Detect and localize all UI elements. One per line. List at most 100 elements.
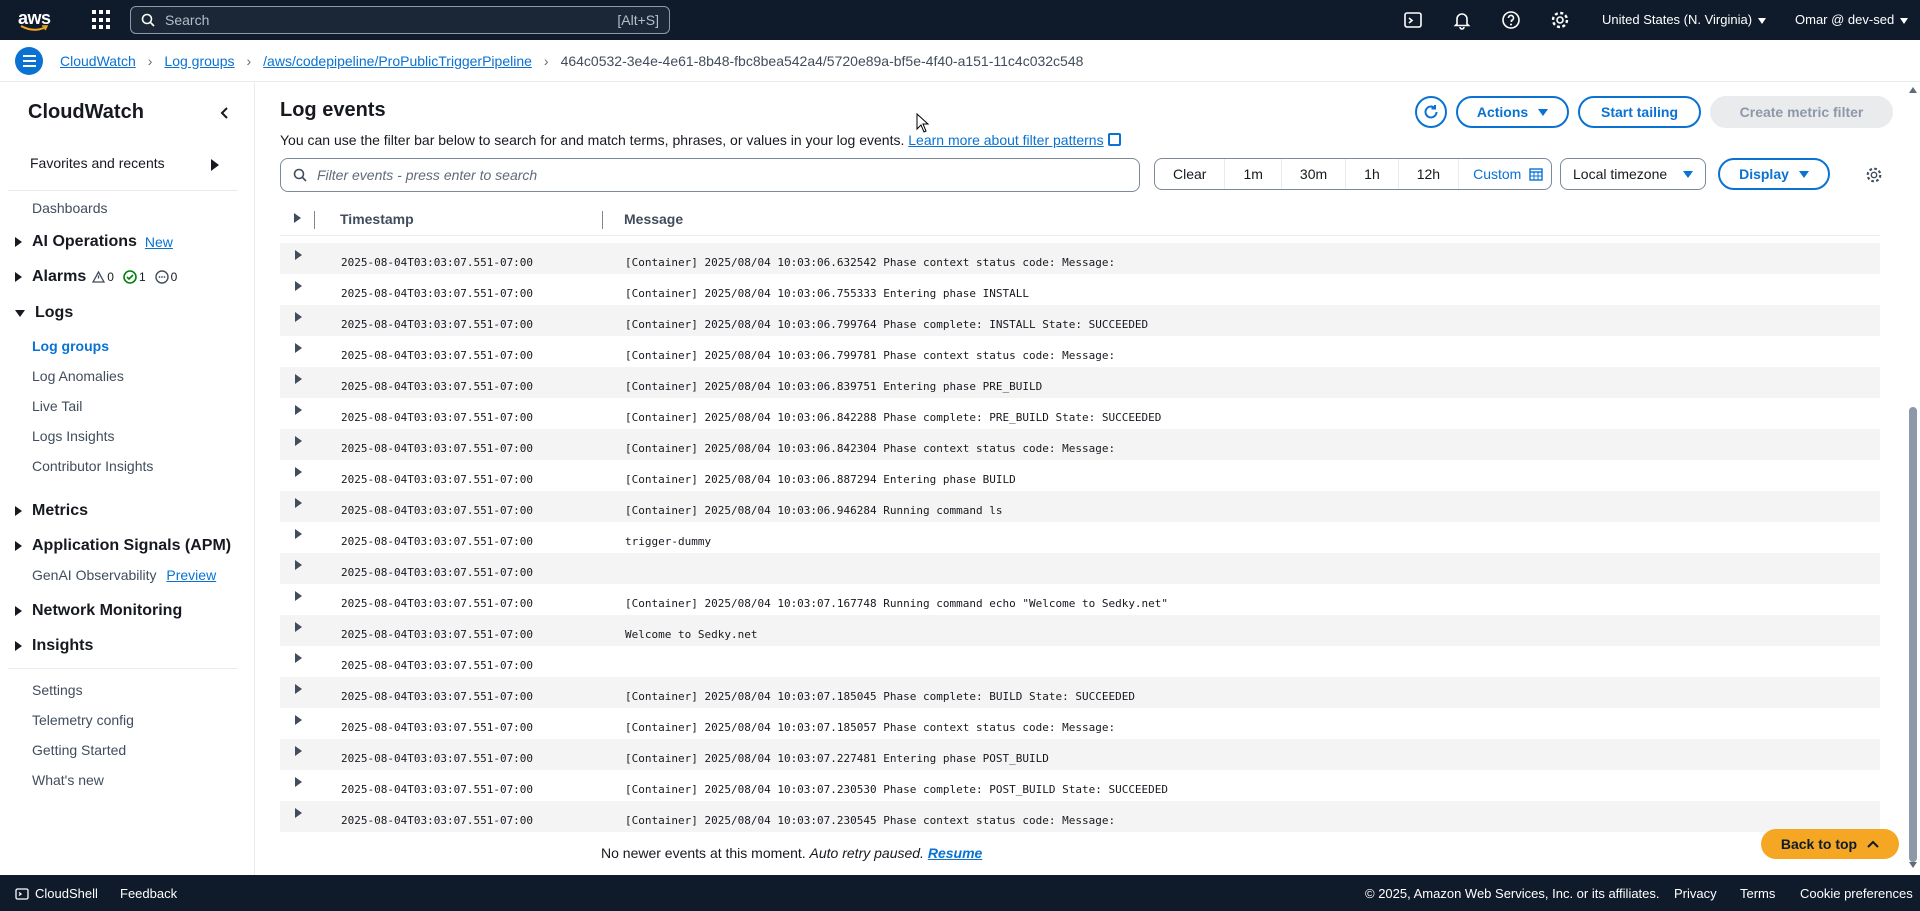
column-resize-handle[interactable] [602,211,603,229]
sidebar-favorites[interactable]: Favorites and recents [0,150,230,180]
breadcrumb-log-groups[interactable]: Log groups [164,53,234,69]
cloudshell-button[interactable]: CloudShell [15,886,98,901]
expand-row-icon[interactable] [295,343,302,353]
learn-more-link[interactable]: Learn more about filter patterns [908,132,1103,148]
sidebar-item-logs-insights[interactable]: Logs Insights [32,428,115,444]
breadcrumb-cloudwatch[interactable]: CloudWatch [60,53,136,69]
bell-icon[interactable] [1452,10,1472,30]
scroll-down-icon[interactable] [1909,862,1917,868]
expand-row-icon[interactable] [295,715,302,725]
sidebar-item-log-anomalies[interactable]: Log Anomalies [32,368,124,384]
table-row[interactable]: 2025-08-04T03:03:07.551-07:00 [Container]… [280,274,1880,305]
expand-row-icon[interactable] [295,467,302,477]
breadcrumb-log-group[interactable]: /aws/codepipeline/ProPublicTriggerPipeli… [263,53,532,69]
gear-icon[interactable] [1550,10,1570,30]
table-row[interactable]: 2025-08-04T03:03:07.551-07:00 trigger-dum… [280,522,1880,553]
filter-events-input[interactable]: Filter events - press enter to search [280,158,1140,192]
expand-row-icon[interactable] [295,250,302,260]
column-header-timestamp[interactable]: Timestamp [340,211,414,227]
help-icon[interactable] [1501,10,1521,30]
range-1m[interactable]: 1m [1225,159,1282,189]
sidebar-item-whats-new[interactable]: What's new [32,772,104,788]
actions-button[interactable]: Actions [1456,96,1569,128]
expand-row-icon[interactable] [295,808,302,818]
expand-row-icon[interactable] [295,405,302,415]
scrollbar[interactable] [1906,82,1920,875]
table-row[interactable]: 2025-08-04T03:03:07.551-07:00 [Container]… [280,739,1880,770]
sidebar-item-settings[interactable]: Settings [32,682,83,698]
create-metric-filter-button[interactable]: Create metric filter [1710,96,1893,128]
table-row[interactable]: 2025-08-04T03:03:07.551-07:00 [Container]… [280,801,1880,832]
display-button[interactable]: Display [1718,158,1830,190]
expand-row-icon[interactable] [295,374,302,384]
privacy-link[interactable]: Privacy [1674,886,1717,901]
account-menu[interactable]: Omar @ dev-sed [1795,12,1909,27]
expand-row-icon[interactable] [295,560,302,570]
start-tailing-button[interactable]: Start tailing [1578,96,1701,128]
table-row[interactable]: 2025-08-04T03:03:07.551-07:00 [Container]… [280,584,1880,615]
services-grid-icon[interactable] [92,10,112,30]
expand-all-icon[interactable] [294,213,301,223]
table-row[interactable]: 2025-08-04T03:03:07.551-07:00 [Container]… [280,398,1880,429]
sidebar-item-log-groups[interactable]: Log groups [32,338,109,354]
table-row[interactable]: 2025-08-04T03:03:07.551-07:00 [Container]… [280,336,1880,367]
expand-row-icon[interactable] [295,591,302,601]
sidebar-item-getting-started[interactable]: Getting Started [32,742,126,758]
table-row[interactable]: 2025-08-04T03:03:07.551-07:00 [Container]… [280,708,1880,739]
range-1h[interactable]: 1h [1346,159,1399,189]
table-row[interactable]: 2025-08-04T03:03:07.551-07:00 [Container]… [280,677,1880,708]
gear-icon[interactable] [1865,166,1883,184]
table-row[interactable]: 2025-08-04T03:03:07.551-07:00 [Container]… [280,491,1880,522]
cookie-preferences-link[interactable]: Cookie preferences [1800,886,1913,901]
sidebar-section-application-signals[interactable]: Application Signals (APM) [15,537,231,555]
refresh-button[interactable] [1415,96,1447,128]
table-row[interactable]: 2025-08-04T03:03:07.551-07:00 [Container]… [280,367,1880,398]
menu-icon[interactable] [15,46,43,75]
sidebar-item-genai-observability[interactable]: GenAI Observability Preview [32,567,216,583]
table-row[interactable]: 2025-08-04T03:03:07.551-07:00 [Container]… [280,429,1880,460]
expand-row-icon[interactable] [295,746,302,756]
range-12h[interactable]: 12h [1399,159,1460,189]
sidebar-item-telemetry-config[interactable]: Telemetry config [32,712,134,728]
sidebar-section-ai-operations[interactable]: AI Operations New [15,233,173,251]
expand-row-icon[interactable] [295,312,302,322]
expand-row-icon[interactable] [295,529,302,539]
sidebar-item-dashboards[interactable]: Dashboards [32,200,108,216]
sidebar-section-logs[interactable]: Logs [15,304,73,322]
collapse-sidebar-icon[interactable] [218,104,232,125]
sidebar-section-metrics[interactable]: Metrics [15,502,88,520]
expand-row-icon[interactable] [295,684,302,694]
sidebar-section-alarms[interactable]: Alarms 0 1 0 [15,268,183,286]
expand-row-icon[interactable] [295,777,302,787]
table-row[interactable]: 2025-08-04T03:03:07.551-07:00 [280,553,1880,584]
sidebar-section-insights[interactable]: Insights [15,637,93,655]
resume-link[interactable]: Resume [928,845,982,861]
sidebar-section-network-monitoring[interactable]: Network Monitoring [15,602,182,620]
table-row[interactable]: 2025-08-04T03:03:07.551-07:00 [Container]… [280,460,1880,491]
terms-link[interactable]: Terms [1740,886,1775,901]
search-input[interactable]: Search [Alt+S] [130,6,670,34]
table-row[interactable]: 2025-08-04T03:03:07.551-07:00 [Container]… [280,770,1880,801]
feedback-link[interactable]: Feedback [120,886,177,901]
range-clear[interactable]: Clear [1155,159,1226,189]
scrollbar-thumb[interactable] [1909,407,1917,862]
cloudshell-icon[interactable] [1403,10,1423,30]
expand-row-icon[interactable] [295,436,302,446]
sidebar-item-live-tail[interactable]: Live Tail [32,398,82,414]
range-30m[interactable]: 30m [1282,159,1347,189]
column-header-message[interactable]: Message [624,211,683,227]
scroll-up-icon[interactable] [1909,87,1917,93]
aws-logo[interactable]: aws [18,6,52,34]
region-selector[interactable]: United States (N. Virginia) [1602,12,1767,27]
expand-row-icon[interactable] [295,281,302,291]
back-to-top-button[interactable]: Back to top [1761,829,1899,859]
table-row[interactable]: 2025-08-04T03:03:07.551-07:00 [Container]… [280,305,1880,336]
expand-row-icon[interactable] [295,653,302,663]
range-custom[interactable]: Custom [1459,159,1557,189]
expand-row-icon[interactable] [295,622,302,632]
table-row[interactable]: 2025-08-04T03:03:07.551-07:00 [280,646,1880,677]
timezone-select[interactable]: Local timezone [1560,158,1706,190]
expand-row-icon[interactable] [295,498,302,508]
table-row[interactable]: 2025-08-04T03:03:07.551-07:00 [Container]… [280,243,1880,274]
sidebar-item-contributor-insights[interactable]: Contributor Insights [32,458,153,474]
